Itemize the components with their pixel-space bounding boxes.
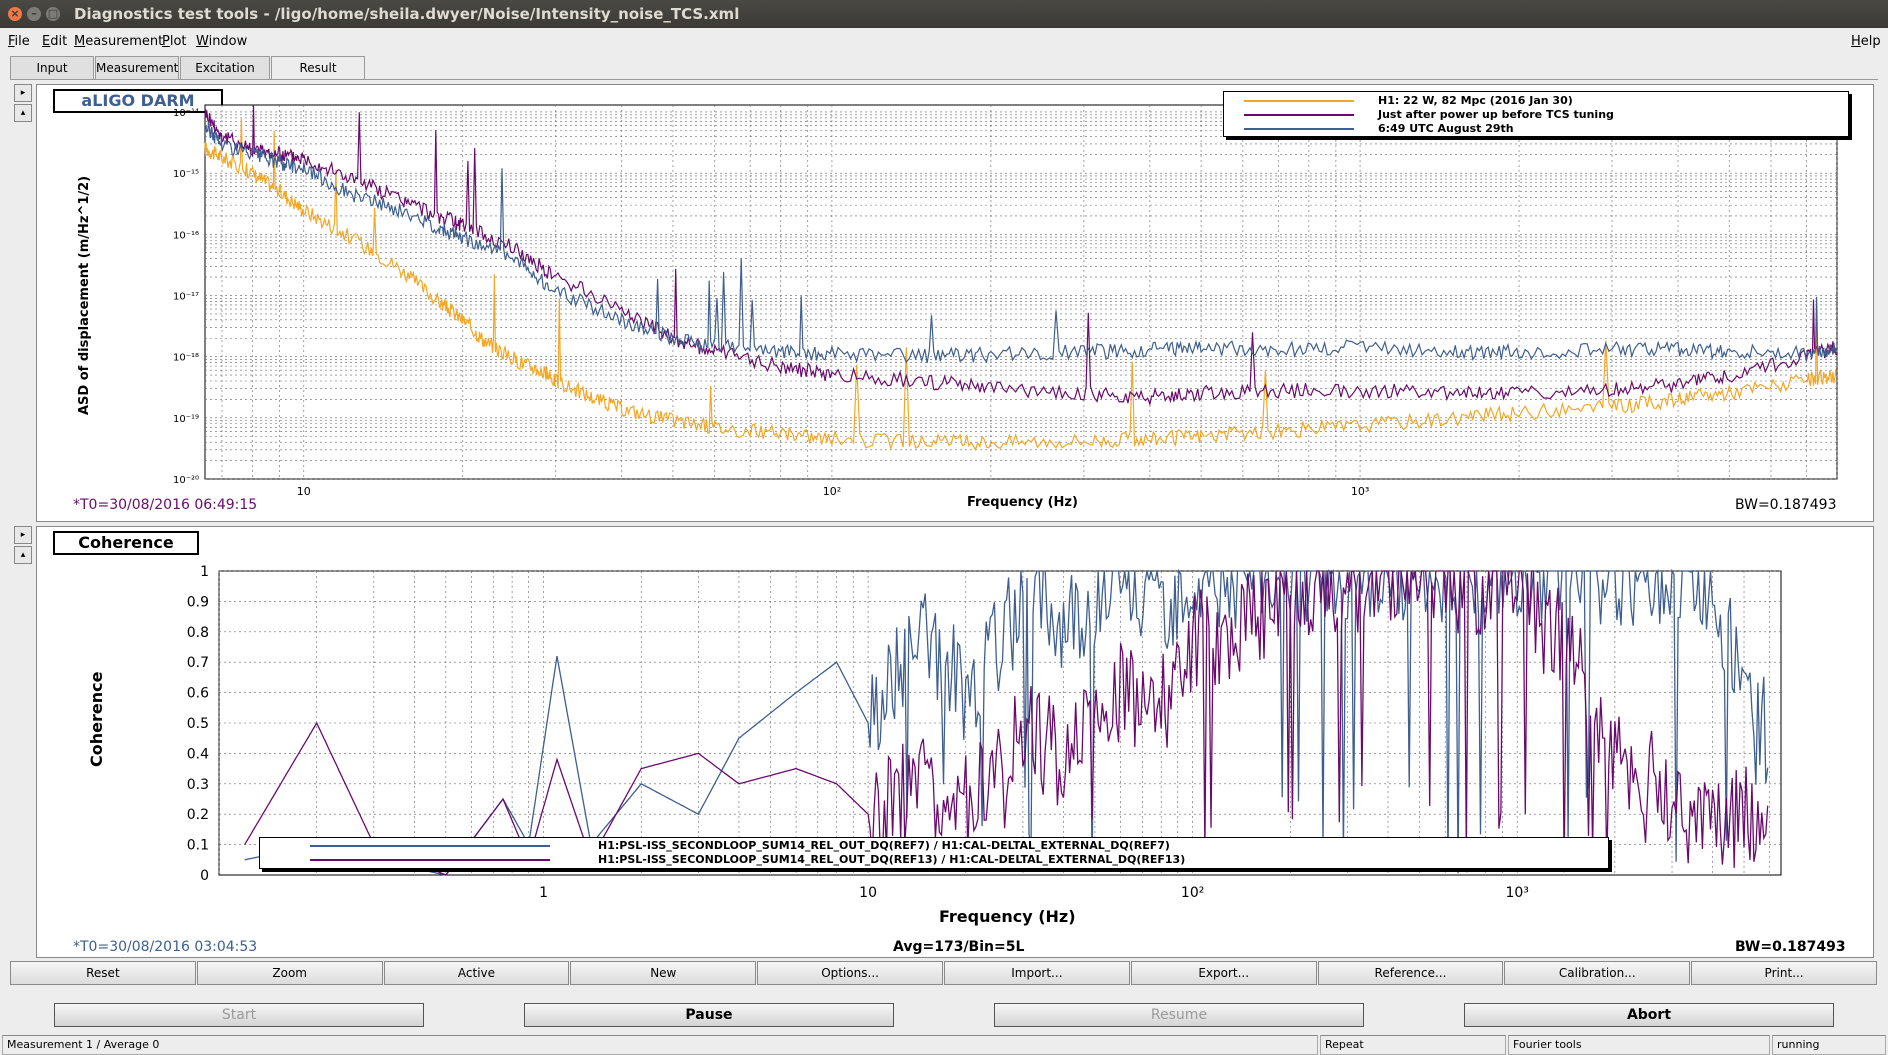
y-tick-label: 0.7 xyxy=(187,655,209,671)
plot-frame xyxy=(204,104,1838,480)
expand-arrow-icon[interactable]: ▸ xyxy=(14,84,32,102)
menu-help[interactable]: Help xyxy=(1851,34,1881,49)
legend-entry: 6:49 UTC August 29th xyxy=(1224,122,1848,136)
y-tick-label: 1 xyxy=(200,564,209,580)
y-tick-label: 0.1 xyxy=(187,838,209,854)
import-button[interactable]: Import... xyxy=(943,961,1130,985)
y-tick-label: 10⁻²⁰ xyxy=(173,475,199,486)
window-title: Diagnostics test tools - /ligo/home/shei… xyxy=(74,5,740,23)
y-tick-label: 0.2 xyxy=(187,807,209,823)
status-bar: Measurement 1 / Average 0 Repeat Fourier… xyxy=(0,1033,1888,1055)
status-repeat: Repeat xyxy=(1320,1035,1506,1055)
y-tick-label: 10⁻¹⁶ xyxy=(173,230,199,241)
legend-entry: H1:PSL-ISS_SECONDLOOP_SUM14_REL_OUT_DQ(R… xyxy=(260,839,1608,853)
legend-entry: H1:PSL-ISS_SECONDLOOP_SUM14_REL_OUT_DQ(R… xyxy=(260,853,1608,867)
y-tick-label: 0 xyxy=(200,868,209,884)
menu-edit[interactable]: Edit xyxy=(42,34,67,49)
print-button[interactable]: Print... xyxy=(1691,961,1877,985)
reset-button[interactable]: Reset xyxy=(10,961,196,985)
calibration-button[interactable]: Calibration... xyxy=(1504,961,1691,985)
close-window-button[interactable]: × xyxy=(8,7,22,21)
bottom-t0-label: *T0=30/08/2016 03:04:53 xyxy=(73,939,258,955)
status-state: running xyxy=(1772,1035,1886,1055)
expand-arrow-icon[interactable]: ▸ xyxy=(14,526,32,544)
legend-label: 6:49 UTC August 29th xyxy=(1378,122,1514,135)
status-tools: Fourier tools xyxy=(1508,1035,1770,1055)
resume-button[interactable]: Resume xyxy=(994,1003,1364,1027)
x-tick-label: 10² xyxy=(1181,885,1204,901)
minimize-window-button[interactable]: – xyxy=(27,7,41,21)
start-button[interactable]: Start xyxy=(54,1003,424,1027)
top-plot-pane[interactable]: aLIGO DARM 10⁻¹⁴ 10⁻¹⁵ 10⁻¹⁶ 10⁻¹⁷ 10⁻¹⁸ 10⁻¹… xyxy=(36,84,1874,522)
legend-swatch xyxy=(1244,128,1354,130)
top-ylabel: ASD of displacement (m/Hz^1/2) xyxy=(77,175,92,415)
bottom-xlabel: Frequency (Hz) xyxy=(939,907,1076,926)
tab-result[interactable]: Result xyxy=(271,56,365,79)
x-tick-label: 10³ xyxy=(1351,485,1369,498)
export-button[interactable]: Export... xyxy=(1130,961,1317,985)
y-tick-label: 0.4 xyxy=(187,746,209,762)
tab-divider xyxy=(10,79,1878,80)
legend-label: Just after power up before TCS tuning xyxy=(1378,108,1614,121)
tab-bar: Input Measurement Excitation Result xyxy=(10,56,366,80)
bottom-legend[interactable]: H1:PSL-ISS_SECONDLOOP_SUM14_REL_OUT_DQ(R… xyxy=(259,837,1609,869)
x-tick-label: 10 xyxy=(859,885,877,901)
zoom-button[interactable]: Zoom xyxy=(196,961,383,985)
x-tick-label: 10² xyxy=(823,485,841,498)
y-tick-label: 10⁻¹⁷ xyxy=(173,291,199,302)
status-measurement: Measurement 1 / Average 0 xyxy=(2,1035,1318,1055)
bottom-avg-label: Avg=173/Bin=5L xyxy=(893,939,1025,955)
menu-bar: File Edit Measurement Plot Window Help xyxy=(0,30,1888,52)
legend-swatch xyxy=(1244,114,1354,116)
top-t0-label: *T0=30/08/2016 06:49:15 xyxy=(73,497,258,513)
window-controls: × – □ xyxy=(8,7,60,21)
legend-label: H1:PSL-ISS_SECONDLOOP_SUM14_REL_OUT_DQ(R… xyxy=(598,839,1170,852)
abort-button[interactable]: Abort xyxy=(1464,1003,1834,1027)
legend-swatch xyxy=(1244,100,1354,102)
top-bw-label: BW=0.187493 xyxy=(1735,497,1837,513)
bottom-plot-pane[interactable]: Coherence 1 0.9 0.8 0.7 0.6 0.5 0.4 0.3 0.2 0.1 0 1… xyxy=(36,526,1874,958)
x-tick-label: 1 xyxy=(539,885,548,901)
top-plot-canvas[interactable]: 10⁻¹⁴ 10⁻¹⁵ 10⁻¹⁶ 10⁻¹⁷ 10⁻¹⁸ 10⁻¹⁹ 10⁻²⁰ 10 10²… xyxy=(37,85,1873,521)
legend-label: H1:PSL-ISS_SECONDLOOP_SUM14_REL_OUT_DQ(R… xyxy=(598,853,1186,866)
legend-swatch xyxy=(310,859,550,861)
plot-toolbar: Reset Zoom Active New Options... Import.… xyxy=(10,961,1878,985)
reference-button[interactable]: Reference... xyxy=(1317,961,1504,985)
menu-measurement[interactable]: Measurement xyxy=(74,34,163,49)
collapse-arrow-icon[interactable]: ▴ xyxy=(14,546,32,564)
menu-plot[interactable]: Plot xyxy=(162,34,187,49)
menu-file[interactable]: File xyxy=(8,34,30,49)
legend-entry: Just after power up before TCS tuning xyxy=(1224,108,1848,122)
tab-measurement[interactable]: Measurement xyxy=(95,56,179,79)
bottom-bw-label: BW=0.187493 xyxy=(1735,939,1846,955)
top-legend[interactable]: H1: 22 W, 82 Mpc (2016 Jan 30) Just afte… xyxy=(1223,91,1849,137)
collapse-arrow-icon[interactable]: ▴ xyxy=(14,104,32,122)
tab-input[interactable]: Input xyxy=(10,56,94,79)
y-tick-label: 10⁻¹⁸ xyxy=(173,353,199,364)
legend-label: H1: 22 W, 82 Mpc (2016 Jan 30) xyxy=(1378,94,1573,107)
y-tick-label: 0.5 xyxy=(187,716,209,732)
y-tick-label: 0.8 xyxy=(187,625,209,641)
legend-entry: H1: 22 W, 82 Mpc (2016 Jan 30) xyxy=(1224,94,1848,108)
y-tick-label: 10⁻¹⁹ xyxy=(173,414,199,425)
y-tick-label: 0.3 xyxy=(187,777,209,793)
maximize-window-button[interactable]: □ xyxy=(46,7,60,21)
x-tick-label: 10³ xyxy=(1505,885,1528,901)
y-tick-label: 10⁻¹⁵ xyxy=(173,169,199,180)
bottom-ylabel: Coherence xyxy=(87,671,106,767)
y-tick-label: 0.9 xyxy=(187,594,209,610)
options-button[interactable]: Options... xyxy=(757,961,943,985)
bottom-plot-canvas[interactable]: 1 0.9 0.8 0.7 0.6 0.5 0.4 0.3 0.2 0.1 0 1 10 10² 10³ xyxy=(37,527,1873,957)
legend-swatch xyxy=(310,845,550,847)
active-button[interactable]: Active xyxy=(383,961,570,985)
title-bar: × – □ Diagnostics test tools - /ligo/hom… xyxy=(0,0,1888,28)
top-xlabel: Frequency (Hz) xyxy=(967,495,1078,510)
tab-excitation[interactable]: Excitation xyxy=(180,56,270,79)
new-button[interactable]: New xyxy=(570,961,757,985)
pause-button[interactable]: Pause xyxy=(524,1003,894,1027)
y-tick-label: 10⁻¹⁴ xyxy=(173,108,199,119)
x-tick-label: 10 xyxy=(297,485,311,498)
menu-window[interactable]: Window xyxy=(196,34,247,49)
y-tick-label: 0.6 xyxy=(187,686,209,702)
